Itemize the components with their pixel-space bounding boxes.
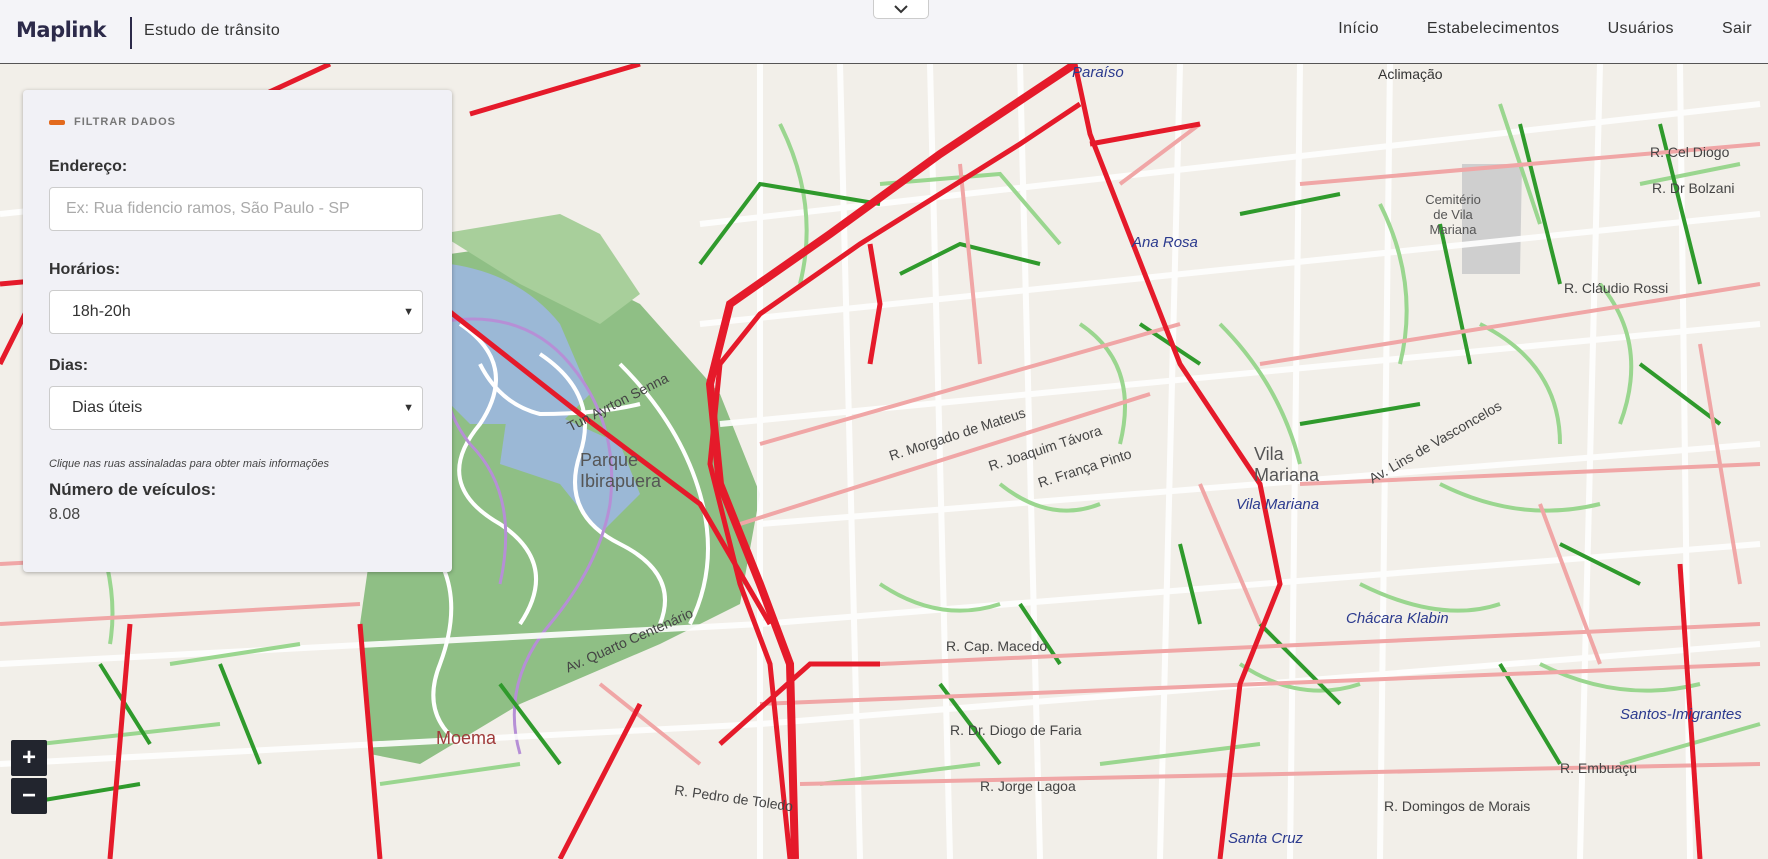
street-label: R. Cel Diogo [1650, 144, 1730, 160]
filter-panel: FILTRAR DADOS Endereço: Horários: 18h-20… [23, 90, 452, 572]
address-label: Endereço: [49, 158, 128, 175]
maplink-logo[interactable]: Maplink [16, 18, 106, 42]
days-select[interactable]: Dias úteis ▼ [49, 386, 423, 430]
chevron-down-icon [894, 4, 908, 13]
accent-bar [49, 119, 65, 125]
caret-down-icon: ▼ [403, 402, 414, 414]
vehicles-value: 8.08 [49, 506, 81, 523]
map-label-aclimacao: Aclimação [1378, 66, 1443, 82]
street-label: R. Dr. Diogo de Faria [950, 722, 1082, 738]
map-label-parque: Parque Ibirapuera [580, 450, 662, 491]
map-label-paraiso: Paraíso [1072, 64, 1124, 81]
nav-inicio[interactable]: Início [1338, 20, 1379, 38]
address-input[interactable] [49, 187, 423, 231]
street-label: R. Dr Bolzani [1652, 180, 1735, 196]
days-label: Dias: [49, 357, 89, 374]
nav-sair[interactable]: Sair [1722, 20, 1752, 38]
street-label: R. Domingos de Morais [1384, 798, 1531, 814]
map-label-vila-mariana-station: Vila Mariana [1236, 496, 1320, 513]
hours-select[interactable]: 18h-20h ▼ [49, 290, 423, 334]
map-label-santa-cruz: Santa Cruz [1228, 830, 1304, 847]
street-label: R. Jorge Lagoa [980, 778, 1076, 794]
caret-down-icon: ▼ [403, 306, 414, 318]
nav-estabelecimentos[interactable]: Estabelecimentos [1427, 20, 1560, 38]
zoom-in-button[interactable]: + [11, 740, 47, 776]
street-label: R. Cap. Macedo [946, 638, 1048, 654]
zoom-out-button[interactable]: − [11, 778, 47, 814]
map-label-vila-mariana-district: Vila Mariana [1254, 444, 1320, 485]
hours-select-value: 18h-20h [72, 303, 131, 320]
collapse-toggle[interactable] [873, 0, 929, 19]
vehicles-label: Número de veículos: [49, 480, 217, 499]
panel-title: FILTRAR DADOS [74, 116, 177, 128]
street-label: R. Cláudio Rossi [1564, 280, 1669, 296]
map-label-cemiterio: Cemitério de Vila Mariana [1425, 192, 1481, 237]
map-label-moema: Moema [436, 728, 497, 748]
hours-label: Horários: [49, 261, 121, 278]
app-title: Estudo de trânsito [144, 22, 281, 39]
street-label: R. Embuaçu [1560, 760, 1638, 776]
brand-divider [130, 17, 132, 49]
nav-usuarios[interactable]: Usuários [1608, 20, 1674, 38]
top-navbar: Maplink Estudo de trânsito Início Estabe… [0, 0, 1768, 64]
map-label-santos-imigrantes: Santos-Imigrantes [1620, 706, 1742, 723]
days-select-value: Dias úteis [72, 399, 143, 416]
map-label-ana-rosa: Ana Rosa [1132, 234, 1198, 251]
main-nav: Início Estabelecimentos Usuários Sair [1338, 20, 1768, 38]
map-hint: Clique nas ruas assinaladas para obter m… [49, 458, 330, 470]
panel-header: FILTRAR DADOS [49, 116, 176, 128]
map-label-chacara-klabin: Chácara Klabin [1346, 610, 1449, 627]
